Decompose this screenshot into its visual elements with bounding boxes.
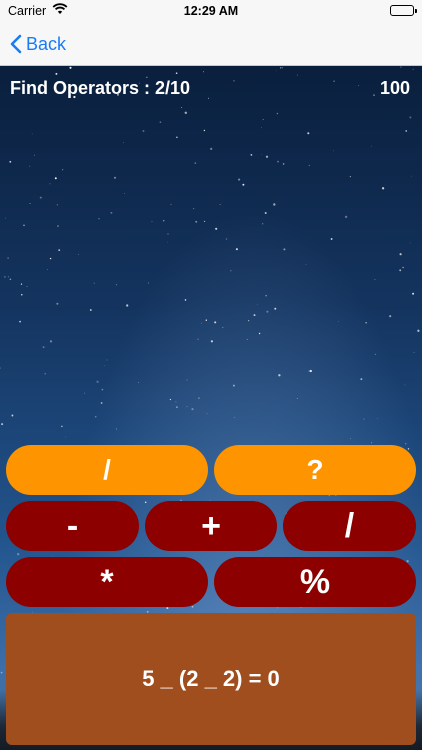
score-value: 100 xyxy=(379,78,410,98)
battery-icon xyxy=(390,5,417,16)
level-progress-title: Find Operators : 2/10 xyxy=(10,78,191,98)
operator-modulo-button[interactable]: % xyxy=(214,557,416,607)
chevron-left-icon xyxy=(10,34,22,54)
status-bar: Carrier 12:29 AM xyxy=(0,0,422,22)
answer-slot-1-button[interactable]: / xyxy=(6,445,208,495)
equation-panel: 5 _ (2 _ 2) = 0 xyxy=(6,613,416,745)
back-label: Back xyxy=(26,33,67,54)
operator-minus-button[interactable]: - xyxy=(6,501,139,551)
navigation-bar: Back xyxy=(0,22,422,66)
operator-plus-button[interactable]: + xyxy=(145,501,277,551)
answer-slot-2-button[interactable]: ? xyxy=(214,445,416,495)
game-screen: Find Operators : 2/10 100 / ? - + / * % … xyxy=(0,66,422,750)
operator-multiply-button[interactable]: * xyxy=(6,557,208,607)
back-button[interactable]: Back xyxy=(10,31,66,57)
operator-divide-button[interactable]: / xyxy=(283,501,416,551)
clock-time: 12:29 AM xyxy=(183,4,239,18)
equation-text: 5 _ (2 _ 2) = 0 xyxy=(142,666,280,691)
